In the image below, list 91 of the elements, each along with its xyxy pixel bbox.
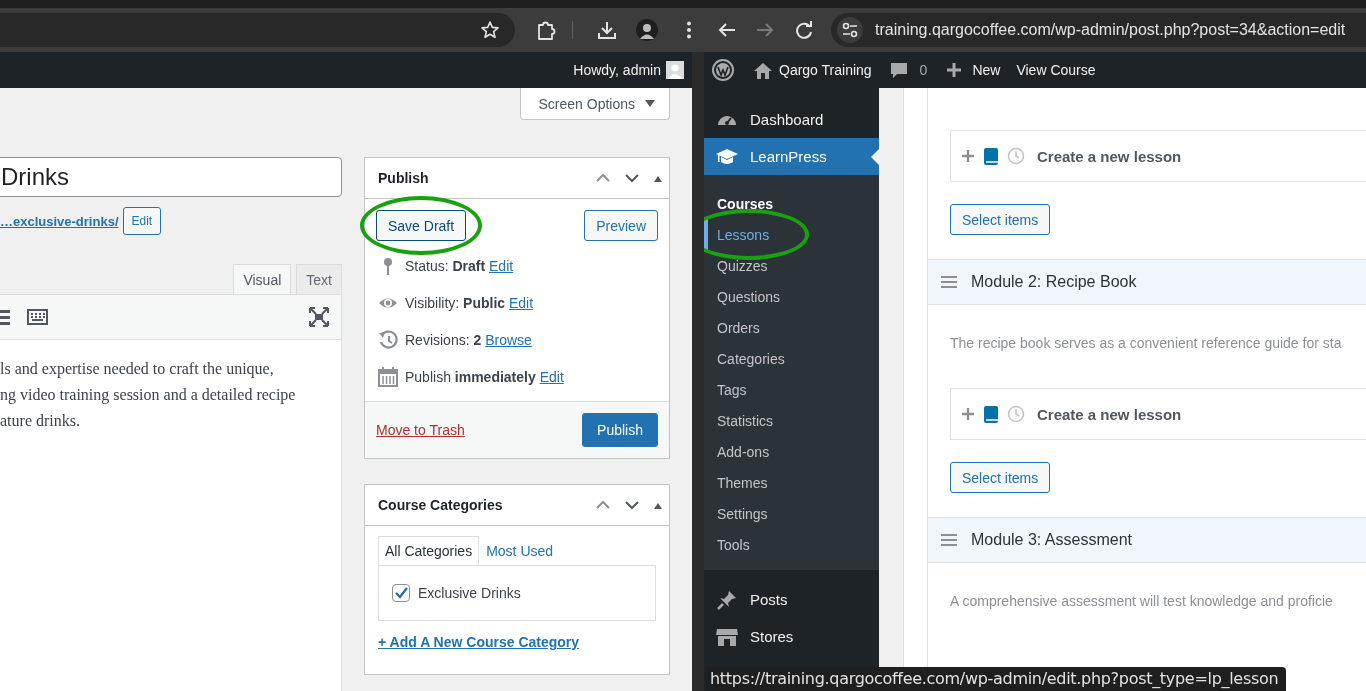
publish-button[interactable]: Publish — [582, 413, 658, 447]
submenu-item[interactable]: Categories — [704, 343, 785, 374]
submenu-item[interactable]: Tags — [704, 374, 747, 405]
site-name-link[interactable]: Qargo Training — [779, 62, 872, 78]
publish-info-text: Publish immediately Edit — [405, 368, 564, 385]
view-course-link[interactable]: View Course — [1016, 62, 1096, 78]
new-link[interactable]: New — [972, 62, 1001, 78]
plus-icon — [946, 62, 963, 78]
lesson-row[interactable]: Create a new lesson — [950, 130, 1366, 182]
graduation-cap-icon — [716, 147, 738, 166]
module-header[interactable]: Module 2: Recipe Book — [928, 259, 1366, 305]
editor-tab[interactable]: Visual — [233, 264, 292, 294]
add-category-link[interactable]: + Add A New Course Category — [378, 634, 656, 650]
browse-link[interactable]: Browse — [485, 331, 532, 348]
module-description: The recipe book serves as a convenient reference guide for sta — [950, 334, 1343, 353]
comment-count: 0 — [919, 62, 928, 78]
submenu-item[interactable]: Quizzes — [704, 250, 768, 281]
select-items-button[interactable]: Select items — [950, 462, 1051, 493]
logo-icon[interactable] — [712, 59, 734, 81]
plus-icon[interactable] — [961, 407, 975, 421]
fullscreen-icon[interactable] — [309, 307, 329, 327]
lesson-row[interactable]: Create a new lesson — [950, 388, 1366, 440]
keyboard-icon[interactable] — [27, 307, 48, 327]
select-items-button[interactable]: Select items — [950, 204, 1051, 235]
puzzle-icon[interactable] — [536, 20, 556, 40]
bookmark-star-icon[interactable] — [481, 21, 499, 39]
editor-tab[interactable]: Text — [296, 264, 342, 294]
panel-title: Course Categories — [378, 497, 504, 513]
sidebar-item[interactable]: LearnPress — [704, 138, 879, 175]
clock-icon — [1007, 405, 1025, 423]
menu-icon[interactable] — [687, 21, 691, 39]
module-header[interactable]: Module 3: Assessment — [928, 517, 1366, 563]
clock-icon — [1007, 147, 1025, 165]
profile-avatar-icon[interactable] — [636, 19, 658, 41]
reload-icon[interactable] — [795, 21, 813, 39]
pin-icon — [716, 589, 738, 610]
drag-handle-icon[interactable] — [941, 533, 957, 547]
book-icon — [983, 146, 999, 166]
move-to-trash-link[interactable]: Move to Trash — [376, 422, 465, 438]
edit-link[interactable]: Edit — [539, 368, 564, 385]
screen-options-button[interactable]: Screen Options — [519, 88, 670, 120]
panel-title: Publish — [378, 170, 430, 186]
category-label[interactable]: Exclusive Drinks — [418, 585, 521, 601]
plus-icon[interactable] — [961, 149, 975, 163]
permalink-link[interactable]: …exclusive-drinks/ — [0, 213, 119, 229]
preview-button[interactable]: Preview — [584, 210, 658, 241]
download-icon[interactable] — [597, 20, 617, 40]
submenu-item[interactable]: Tools — [704, 529, 750, 560]
publish-info-text: Visibility: Public Edit — [405, 294, 534, 311]
submenu-item[interactable]: Add-ons — [704, 436, 770, 467]
greeting-text[interactable]: Howdy, admin — [573, 62, 661, 78]
edit-link[interactable]: Edit — [489, 257, 514, 274]
book-icon — [983, 404, 999, 424]
title-field[interactable]: Drinks — [0, 157, 342, 197]
category-tab[interactable]: All Categories — [378, 536, 480, 565]
save-draft-button[interactable]: Save Draft — [376, 210, 467, 241]
history-icon — [378, 329, 398, 350]
submenu-item[interactable]: Settings — [704, 498, 768, 529]
submenu-item[interactable]: Orders — [704, 312, 760, 343]
forward-arrow-icon[interactable] — [756, 21, 774, 39]
submenu-item[interactable]: Lessons — [704, 219, 770, 250]
sidebar-item[interactable]: Dashboard — [704, 101, 879, 138]
calendar-icon — [378, 366, 398, 387]
dashboard-icon — [716, 114, 738, 125]
store-icon — [716, 626, 738, 647]
menu-pointer-icon — [871, 149, 879, 165]
site-settings-icon[interactable] — [842, 22, 858, 38]
sidebar-item[interactable]: Posts — [704, 581, 879, 618]
checkbox[interactable] — [392, 584, 410, 602]
back-arrow-icon[interactable] — [718, 21, 736, 39]
editor-text-line: ls and expertise needed to craft the unique, — [0, 359, 275, 380]
edit-permalink-button[interactable]: Edit — [122, 207, 162, 235]
publish-info-text: Status: Draft Edit — [405, 257, 514, 274]
home-icon — [753, 60, 773, 80]
submenu-item[interactable]: Questions — [704, 281, 781, 312]
editor-text-line: ature drinks. — [0, 411, 81, 431]
submenu-item[interactable]: Statistics — [704, 405, 773, 436]
edit-link[interactable]: Edit — [509, 294, 534, 311]
module-description: A comprehensive assessment will test knowledge and proficie — [950, 592, 1334, 611]
editor-content[interactable]: ls and expertise needed to craft the unique, ng video training session and a detailed recipe ature drinks. — [0, 340, 342, 691]
link-tooltip: https://training.qargocoffee.com/wp-admin/edit.php?post_type=lp_lesson — [706, 667, 1287, 691]
check-icon — [394, 586, 408, 600]
sidebar-item[interactable]: Stores — [704, 618, 879, 655]
drag-handle-icon[interactable] — [941, 275, 957, 289]
comment-icon[interactable] — [889, 61, 908, 79]
caret-icon — [645, 100, 655, 107]
category-tab[interactable]: Most Used — [479, 536, 561, 565]
publish-info-text: Revisions: 2 Browse — [405, 331, 532, 348]
submenu-item[interactable]: Themes — [704, 467, 768, 498]
editor-text-line: ng video training session and a detailed recipe — [0, 385, 297, 406]
submenu-item[interactable]: Courses — [704, 188, 774, 219]
